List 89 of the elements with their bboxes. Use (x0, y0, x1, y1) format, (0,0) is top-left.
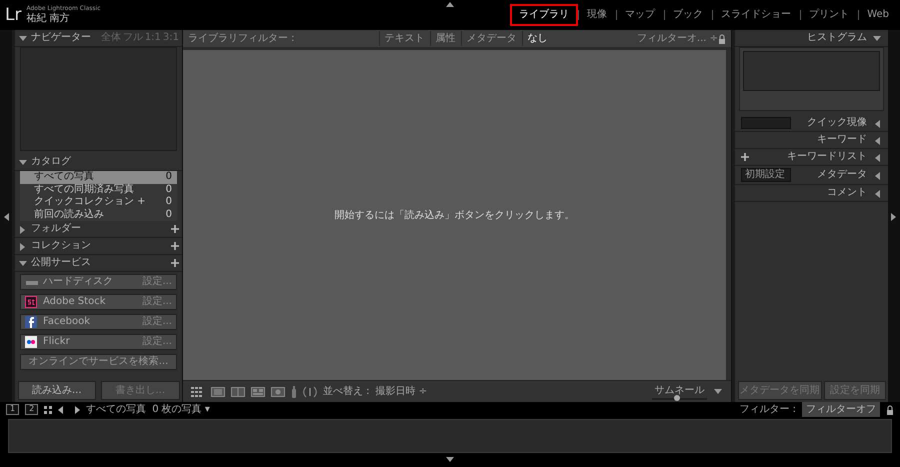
lock-icon[interactable] (886, 404, 894, 414)
catalog-item[interactable]: 前回の読み込み 0 (20, 208, 177, 221)
catalog-item[interactable]: すべての写真 0 (20, 171, 177, 184)
disclosure-icon[interactable] (18, 34, 28, 42)
lock-icon[interactable] (718, 34, 726, 44)
plus-icon[interactable] (171, 242, 179, 250)
item-label: クイックコレクション + (34, 196, 146, 208)
service-name: Flickr (43, 336, 70, 348)
survey-view-icon[interactable] (251, 386, 265, 396)
service-name: ハードディスク (43, 276, 113, 288)
item-count: 0 (166, 184, 172, 196)
find-services-button[interactable]: オンラインでサービスを検索... (20, 354, 177, 370)
item-count: 0 (166, 208, 172, 221)
item-count: 0 (166, 196, 172, 208)
people-view-icon[interactable] (271, 386, 285, 396)
grid-icon[interactable] (44, 406, 52, 414)
disclosure-icon[interactable] (872, 34, 882, 42)
module-tab[interactable]: マップ (619, 7, 662, 23)
publish-service[interactable]: Flickr 設定... (20, 334, 177, 350)
filter-bar-title: ライブラリフィルター : (188, 32, 295, 46)
disclosure-icon[interactable] (18, 258, 28, 268)
plus-icon[interactable] (171, 225, 179, 233)
filter-tab[interactable]: テキスト (378, 31, 430, 46)
publish-service[interactable]: Facebook 設定... (20, 314, 177, 330)
settings-link[interactable]: 設定... (142, 276, 172, 288)
empty-grid-message: 開始するには「読み込み」ボタンをクリックします。 (334, 208, 574, 222)
app-logo: Lr (5, 6, 22, 24)
module-tab[interactable]: ブック (667, 7, 710, 23)
panel-toggle-icon[interactable] (445, 455, 455, 464)
source-label[interactable]: すべての写真 (86, 402, 146, 417)
settings-link[interactable]: 設定... (142, 336, 172, 348)
compare-view-icon[interactable] (231, 386, 245, 396)
panel-title: 公開サービス (31, 257, 92, 269)
filter-tab[interactable]: 属性 (430, 31, 461, 46)
publish-service[interactable]: ハードディスク 設定... (20, 274, 177, 290)
module-tab[interactable]: スライドショー (715, 7, 798, 23)
module-tab[interactable]: 現像 (581, 7, 614, 23)
grid-view-icon[interactable] (191, 386, 205, 396)
panel-title: フォルダー (31, 223, 82, 235)
item-label: 前回の読み込み (34, 208, 104, 221)
settings-link[interactable]: 設定... (142, 316, 172, 328)
catalog-item[interactable]: すべての同期済み写真 0 (20, 184, 177, 196)
panel-button[interactable]: 読み込み... (18, 380, 96, 400)
panel-title: キーワードリスト (787, 151, 867, 163)
toolbar-menu-icon[interactable] (713, 387, 723, 396)
service-name: Facebook (43, 316, 90, 328)
panel-title: カタログ (31, 156, 72, 168)
panel-title: クイック現像 (807, 117, 867, 129)
module-tab[interactable]: ライブラリ (513, 7, 576, 23)
filter-preset[interactable]: フィルターオ... ÷ (636, 31, 718, 46)
panel-title: ヒストグラム (807, 32, 867, 44)
sort-label: 並べ替え : (323, 384, 370, 399)
forward-arrow-icon[interactable] (72, 406, 80, 414)
item-label: すべての写真 (34, 171, 94, 184)
filter-tab[interactable]: メタデータ (460, 31, 522, 46)
screen-button[interactable]: 2 (25, 404, 38, 415)
filter-dropdown[interactable]: フィルターオフ (802, 402, 880, 417)
plus-icon[interactable] (741, 153, 749, 161)
loupe-view-icon[interactable] (211, 386, 225, 396)
photo-count[interactable]: 0 枚の写真 ▾ (152, 402, 210, 417)
item-label: すべての同期済み写真 (34, 184, 134, 196)
service-logo-icon (25, 296, 39, 308)
catalog-item[interactable]: クイックコレクション + 0 (20, 196, 177, 208)
service-logo-icon (25, 336, 39, 348)
disclosure-icon[interactable] (18, 158, 28, 166)
publish-service[interactable]: Adobe Stock 設定... (20, 294, 177, 310)
module-tab[interactable]: プリント (803, 7, 856, 23)
settings-link[interactable]: 設定... (142, 296, 172, 308)
slider-thumb[interactable] (674, 395, 680, 401)
screen-button[interactable]: 1 (6, 404, 20, 415)
service-name: Adobe Stock (43, 296, 106, 308)
panel-toggle-icon[interactable] (445, 0, 455, 9)
service-logo-icon (25, 316, 39, 328)
thumbnail-size-label: サムネール (654, 384, 704, 398)
panel-title: コメント (827, 187, 867, 199)
sort-direction-icon[interactable] (303, 386, 317, 398)
spray-can-icon[interactable] (291, 386, 297, 398)
panel-title: ナビゲーター (31, 32, 92, 44)
user-name: 祐紀 南方 (26, 12, 71, 24)
panel-title: メタデータ (817, 169, 867, 181)
sort-dropdown[interactable]: 撮影日時 ÷ (376, 384, 428, 399)
plus-icon[interactable] (171, 259, 179, 267)
filter-label: フィルター : (739, 403, 796, 417)
item-count: 0 (166, 171, 172, 184)
filter-tab[interactable]: なし (522, 31, 553, 46)
panel-title: コレクション (31, 240, 92, 252)
module-tab[interactable]: Web (861, 7, 895, 23)
panel-title: キーワード (817, 134, 867, 146)
preset-dropdown[interactable]: 初期設定 (741, 168, 791, 182)
